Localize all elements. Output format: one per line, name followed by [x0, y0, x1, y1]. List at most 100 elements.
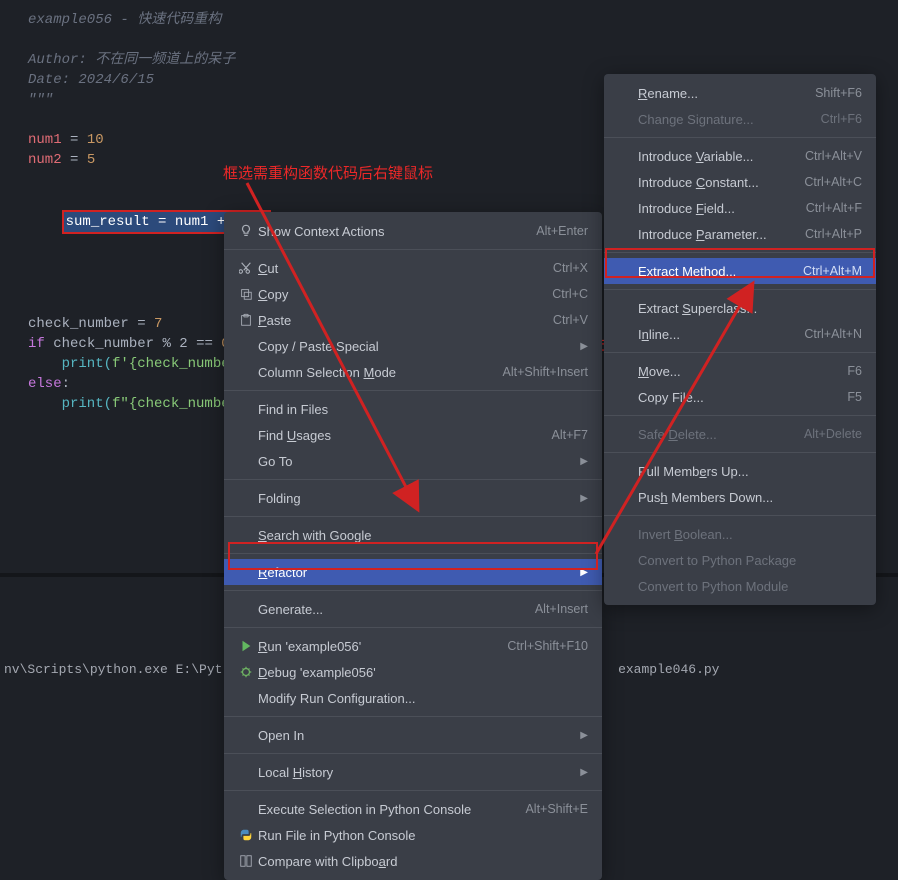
- menu-item-convert-to-python-module: Convert to Python Module: [604, 573, 876, 599]
- menu-item-open-in[interactable]: Open In▶: [224, 722, 602, 748]
- menu-item-label: Show Context Actions: [256, 224, 536, 239]
- menu-item-label: Compare with Clipboard: [256, 854, 588, 869]
- menu-item-label: Pull Members Up...: [636, 464, 862, 479]
- menu-item-folding[interactable]: Folding▶: [224, 485, 602, 511]
- menu-item-move[interactable]: Move...F6: [604, 358, 876, 384]
- menu-item-shortcut: Alt+Shift+Insert: [503, 365, 588, 379]
- menu-separator: [224, 790, 602, 791]
- menu-item-label: Introduce Field...: [636, 201, 806, 216]
- menu-item-introduce-parameter[interactable]: Introduce Parameter...Ctrl+Alt+P: [604, 221, 876, 247]
- menu-item-copy-paste-special[interactable]: Copy / Paste Special▶: [224, 333, 602, 359]
- submenu-arrow-icon: ▶: [580, 767, 588, 778]
- blank-icon: [236, 490, 256, 506]
- menu-item-extract-superclass[interactable]: Extract Superclass...: [604, 295, 876, 321]
- menu-item-label: Execute Selection in Python Console: [256, 802, 525, 817]
- menu-item-label: Generate...: [256, 602, 535, 617]
- paste-icon: [236, 312, 256, 328]
- blank-icon: [616, 300, 636, 316]
- menu-item-label: Paste: [256, 313, 553, 328]
- blank-icon: [236, 401, 256, 417]
- menu-item-run-example056[interactable]: Run 'example056'Ctrl+Shift+F10: [224, 633, 602, 659]
- menu-item-label: Extract Superclass...: [636, 301, 862, 316]
- menu-item-label: Modify Run Configuration...: [256, 691, 588, 706]
- menu-item-shortcut: Alt+Enter: [536, 224, 588, 238]
- blank-icon: [616, 326, 636, 342]
- menu-item-debug-example056[interactable]: Debug 'example056': [224, 659, 602, 685]
- blank-icon: [236, 338, 256, 354]
- menu-item-search-with-google[interactable]: Search with Google: [224, 522, 602, 548]
- menu-item-run-file-in-python-console[interactable]: Run File in Python Console: [224, 822, 602, 848]
- menu-item-introduce-field[interactable]: Introduce Field...Ctrl+Alt+F: [604, 195, 876, 221]
- menu-item-label: Local History: [256, 765, 574, 780]
- menu-item-shortcut: Shift+F6: [815, 86, 862, 100]
- menu-item-find-in-files[interactable]: Find in Files: [224, 396, 602, 422]
- menu-item-shortcut: Ctrl+Alt+F: [806, 201, 862, 215]
- blank-icon: [616, 426, 636, 442]
- diff-icon: [236, 853, 256, 869]
- menu-item-label: Change Signature...: [636, 112, 821, 127]
- blank-icon: [616, 552, 636, 568]
- menu-item-pull-members-up[interactable]: Pull Members Up...: [604, 458, 876, 484]
- menu-separator: [604, 415, 876, 416]
- menu-item-label: Copy File...: [636, 390, 847, 405]
- menu-item-invert-boolean: Invert Boolean...: [604, 521, 876, 547]
- context-menu: Show Context ActionsAlt+EnterCutCtrl+XCo…: [224, 212, 602, 880]
- menu-separator: [224, 753, 602, 754]
- bulb-icon: [236, 223, 256, 239]
- menu-item-copy[interactable]: CopyCtrl+C: [224, 281, 602, 307]
- menu-item-execute-selection-in-python-console[interactable]: Execute Selection in Python ConsoleAlt+S…: [224, 796, 602, 822]
- blank-icon: [616, 174, 636, 190]
- cut-icon: [236, 260, 256, 276]
- code-comment: Author: 不在同一频道上的呆子: [28, 50, 271, 70]
- menu-item-local-history[interactable]: Local History ▶: [224, 759, 602, 785]
- menu-item-introduce-variable[interactable]: Introduce Variable...Ctrl+Alt+V: [604, 143, 876, 169]
- menu-item-find-usages[interactable]: Find UsagesAlt+F7: [224, 422, 602, 448]
- menu-separator: [224, 627, 602, 628]
- menu-item-safe-delete: Safe Delete...Alt+Delete: [604, 421, 876, 447]
- menu-item-change-signature: Change Signature...Ctrl+F6: [604, 106, 876, 132]
- blank-icon: [616, 463, 636, 479]
- menu-item-cut[interactable]: CutCtrl+X: [224, 255, 602, 281]
- menu-separator: [224, 249, 602, 250]
- menu-item-label: Inline...: [636, 327, 804, 342]
- menu-item-rename[interactable]: Rename...Shift+F6: [604, 80, 876, 106]
- blank-icon: [616, 389, 636, 405]
- menu-item-shortcut: Ctrl+Alt+V: [805, 149, 862, 163]
- menu-item-label: Introduce Variable...: [636, 149, 805, 164]
- menu-item-shortcut: Alt+Delete: [804, 427, 862, 441]
- menu-item-push-members-down[interactable]: Push Members Down...: [604, 484, 876, 510]
- menu-separator: [604, 452, 876, 453]
- submenu-arrow-icon: ▶: [580, 456, 588, 467]
- menu-item-modify-run-configuration[interactable]: Modify Run Configuration...: [224, 685, 602, 711]
- menu-item-label: Run 'example056': [256, 639, 507, 654]
- code-comment: """: [28, 90, 271, 110]
- blank-icon: [616, 489, 636, 505]
- menu-item-column-selection-mode[interactable]: Column Selection ModeAlt+Shift+Insert: [224, 359, 602, 385]
- menu-item-label: Go To: [256, 454, 574, 469]
- blank-icon: [616, 111, 636, 127]
- menu-item-generate[interactable]: Generate...Alt+Insert: [224, 596, 602, 622]
- menu-item-shortcut: Ctrl+X: [553, 261, 588, 275]
- blank-icon: [236, 427, 256, 443]
- menu-item-copy-file[interactable]: Copy File...F5: [604, 384, 876, 410]
- menu-item-show-context-actions[interactable]: Show Context ActionsAlt+Enter: [224, 218, 602, 244]
- menu-separator: [224, 479, 602, 480]
- menu-item-label: Move...: [636, 364, 847, 379]
- refactor-submenu: Rename...Shift+F6Change Signature...Ctrl…: [604, 74, 876, 605]
- submenu-arrow-icon: ▶: [580, 567, 588, 578]
- menu-item-extract-method[interactable]: Extract Method...Ctrl+Alt+M: [604, 258, 876, 284]
- menu-item-go-to[interactable]: Go To ▶: [224, 448, 602, 474]
- menu-item-inline[interactable]: Inline...Ctrl+Alt+N: [604, 321, 876, 347]
- menu-item-shortcut: Alt+F7: [552, 428, 588, 442]
- menu-item-label: Search with Google: [256, 528, 588, 543]
- blank-icon: [236, 690, 256, 706]
- submenu-arrow-icon: ▶: [580, 341, 588, 352]
- blank-icon: [236, 601, 256, 617]
- menu-item-introduce-constant[interactable]: Introduce Constant...Ctrl+Alt+C: [604, 169, 876, 195]
- menu-separator: [224, 516, 602, 517]
- menu-item-refactor[interactable]: Refactor▶: [224, 559, 602, 585]
- menu-item-label: Safe Delete...: [636, 427, 804, 442]
- menu-item-shortcut: Ctrl+Alt+C: [804, 175, 862, 189]
- menu-item-paste[interactable]: PasteCtrl+V: [224, 307, 602, 333]
- menu-item-compare-with-clipboard[interactable]: Compare with Clipboard: [224, 848, 602, 874]
